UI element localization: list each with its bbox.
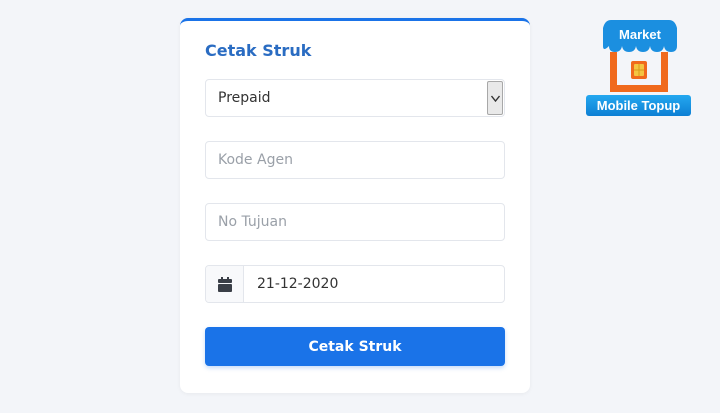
type-select[interactable]: Prepaid bbox=[205, 79, 505, 117]
page: Cetak Struk Prepaid Kode Agen No Tujuan … bbox=[0, 0, 720, 413]
logo-bottom-text: Mobile Topup bbox=[596, 98, 681, 113]
logo-banner: Mobile Topup bbox=[586, 95, 691, 116]
market-mobile-topup-logo: Market Mobile Topup bbox=[586, 20, 694, 116]
no-tujuan-field[interactable] bbox=[205, 203, 505, 241]
kode-agen-input[interactable] bbox=[206, 142, 504, 178]
date-field[interactable]: 21-12-2020 bbox=[205, 265, 505, 303]
card-title: Cetak Struk bbox=[205, 41, 312, 60]
store-icon bbox=[610, 52, 668, 92]
logo-top-text: Market bbox=[619, 27, 661, 42]
no-tujuan-input[interactable] bbox=[206, 204, 504, 240]
calendar-icon[interactable] bbox=[206, 266, 244, 302]
kode-agen-field[interactable] bbox=[205, 141, 505, 179]
chevron-down-icon[interactable] bbox=[487, 81, 503, 115]
print-receipt-card: Cetak Struk Prepaid Kode Agen No Tujuan … bbox=[180, 18, 530, 393]
date-value: 21-12-2020 bbox=[257, 276, 339, 292]
type-select-value: Prepaid bbox=[218, 90, 271, 106]
sim-card-icon bbox=[631, 61, 647, 79]
cetak-struk-button[interactable]: Cetak Struk bbox=[205, 327, 505, 366]
